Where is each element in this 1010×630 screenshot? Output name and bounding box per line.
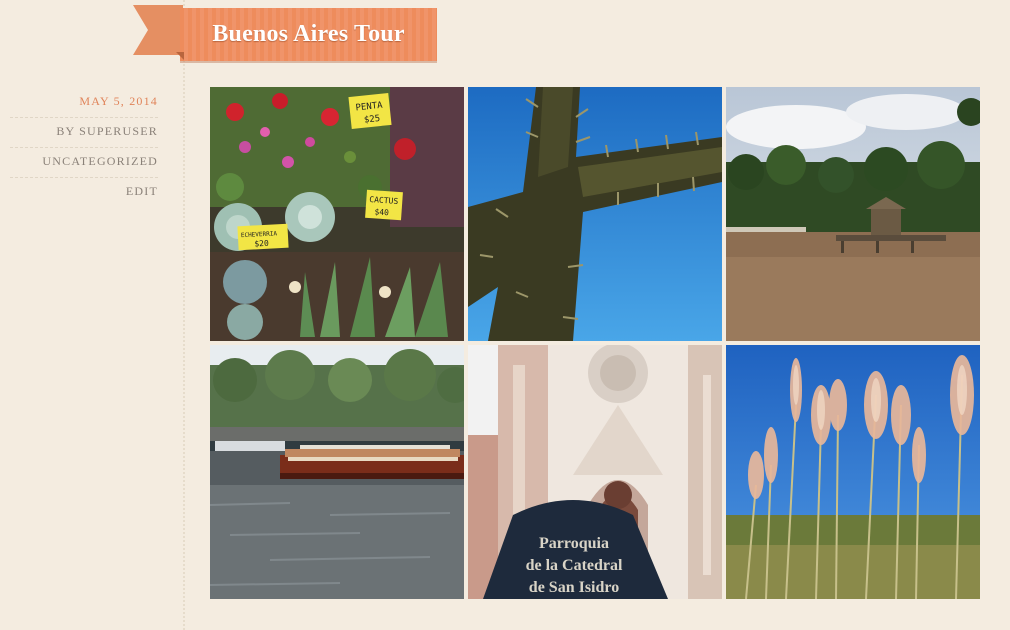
river-dock-photo[interactable]	[726, 87, 980, 341]
post-page: Buenos Aires Tour May 5, 2014 by superus…	[0, 0, 1010, 630]
cathedral-sign-line2: de la Catedral	[526, 557, 623, 574]
echeverria-sign-price: $20	[254, 239, 269, 249]
cathedral-image: Parroquia de la Catedral de San Isidro	[468, 345, 722, 599]
post-category-link[interactable]: Uncategorized	[10, 148, 158, 178]
post-meta: May 5, 2014 by superuser Uncategorized E…	[10, 88, 158, 207]
post-date-link[interactable]: May 5, 2014	[10, 88, 158, 118]
boat-harbor-photo[interactable]	[210, 345, 464, 599]
post-edit-link[interactable]: Edit	[10, 178, 158, 207]
photo-gallery: PENTA $25 CACTUS $40 ECHEVERRIA $20 Parr…	[210, 87, 980, 599]
cactus-sky-photo[interactable]	[468, 87, 722, 341]
pampas-grass-image	[726, 345, 980, 599]
river-dock-image	[726, 87, 980, 341]
sidebar-divider	[183, 0, 185, 630]
boat-harbor-image	[210, 345, 464, 599]
title-ribbon: Buenos Aires Tour	[180, 8, 437, 61]
ribbon-tail	[133, 5, 183, 55]
post-author[interactable]: by superuser	[56, 124, 158, 138]
cathedral-photo[interactable]: Parroquia de la Catedral de San Isidro	[468, 345, 722, 599]
post-date[interactable]: May 5, 2014	[79, 94, 158, 108]
cactus-sign-price: $40	[374, 207, 389, 217]
post-edit[interactable]: Edit	[126, 184, 158, 198]
cathedral-sign-line3: de San Isidro	[529, 579, 619, 596]
penta-sign-price: $25	[363, 114, 380, 126]
ribbon-fold	[176, 52, 184, 60]
post-author-link[interactable]: by superuser	[10, 118, 158, 148]
pampas-grass-photo[interactable]	[726, 345, 980, 599]
flowers-market-image: PENTA $25 CACTUS $40 ECHEVERRIA $20	[210, 87, 464, 341]
cactus-sky-image	[468, 87, 722, 341]
post-title[interactable]: Buenos Aires Tour	[212, 21, 404, 48]
flowers-market-photo[interactable]: PENTA $25 CACTUS $40 ECHEVERRIA $20	[210, 87, 464, 341]
cathedral-sign-line1: Parroquia	[539, 535, 609, 552]
post-category[interactable]: Uncategorized	[42, 154, 158, 168]
